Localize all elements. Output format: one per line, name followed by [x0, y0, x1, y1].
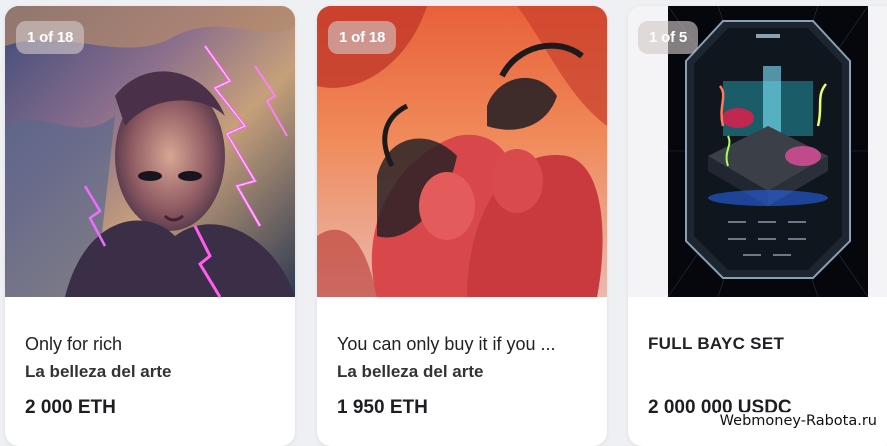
nft-card-2[interactable]: 1 of 18 You can only buy it if you ... L… — [317, 6, 607, 446]
nft-title[interactable]: Only for rich — [25, 333, 275, 355]
nft-price: 2 000 ETH — [25, 397, 116, 418]
nft-image-2[interactable]: 1 of 18 — [317, 6, 607, 297]
nft-price: 1 950 ETH — [337, 397, 428, 418]
nft-image-1[interactable]: 1 of 18 — [5, 6, 295, 297]
edition-badge: 1 of 18 — [16, 21, 85, 54]
site-watermark: Webmoney-Rabota.ru — [716, 412, 880, 430]
nft-card-1[interactable]: 1 of 18 Only for rich La belleza del art… — [5, 6, 295, 446]
collection-name[interactable]: La belleza del arte — [337, 361, 587, 383]
collection-name[interactable]: La belleza del arte — [25, 361, 275, 383]
nft-title[interactable]: You can only buy it if you ... — [337, 333, 587, 355]
edition-badge: 1 of 18 — [328, 21, 397, 54]
nft-image-3[interactable]: 1 of 5 — [628, 6, 887, 297]
edition-badge: 1 of 5 — [638, 21, 698, 54]
nft-card-3[interactable]: 1 of 5 FULL BAYC SET 2 000 000 USDC — [628, 6, 887, 446]
nft-title[interactable]: FULL BAYC SET — [648, 333, 878, 355]
